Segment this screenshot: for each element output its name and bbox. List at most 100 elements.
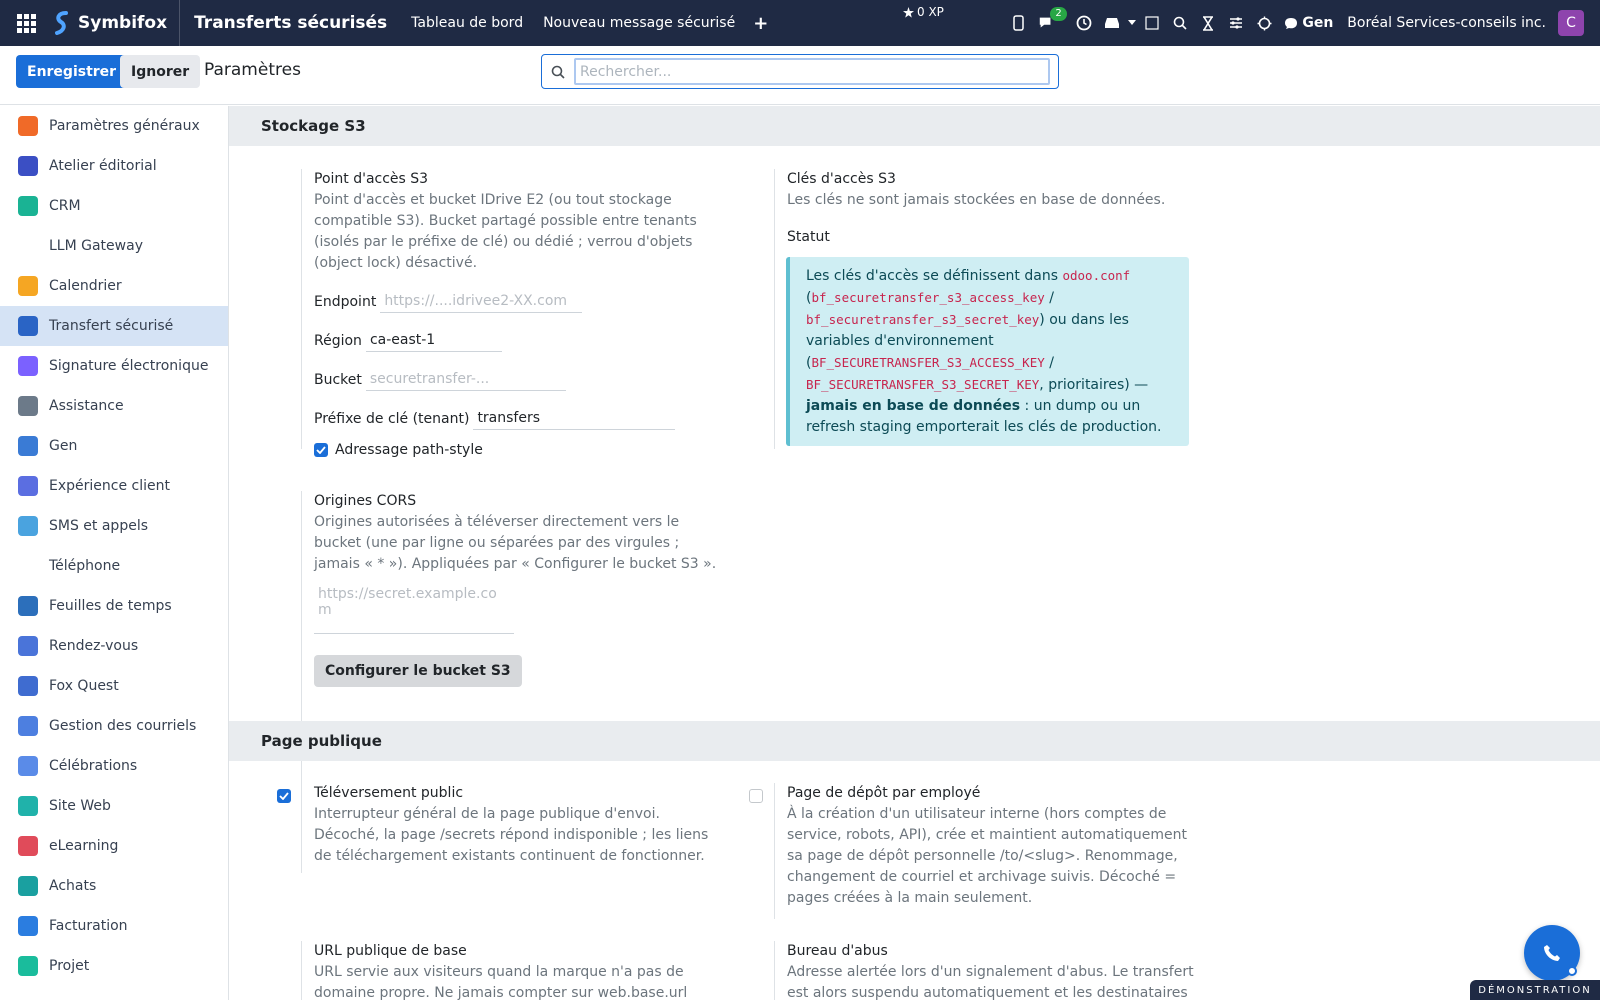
app-title[interactable]: Transferts sécurisés bbox=[180, 13, 401, 33]
pathstyle-checkbox[interactable] bbox=[314, 443, 328, 457]
region-input[interactable] bbox=[365, 329, 502, 352]
alert-code: bf_securetransfer_s3_access_key bbox=[811, 290, 1045, 305]
status-label: Statut bbox=[787, 229, 830, 245]
brand[interactable]: Symbifox bbox=[52, 0, 181, 46]
sidebar-item[interactable]: Site Web bbox=[0, 786, 228, 826]
app-icon bbox=[18, 156, 38, 176]
sidebar-item[interactable]: Signature électronique bbox=[0, 346, 228, 386]
endpoint-label: Endpoint bbox=[314, 294, 377, 310]
phone-icon bbox=[1544, 945, 1560, 961]
sidebar-item-label: Téléphone bbox=[49, 558, 121, 574]
setting-description: Point d'accès et bucket IDrive E2 (ou to… bbox=[314, 192, 697, 271]
sidebar-item[interactable]: Calendrier bbox=[0, 266, 228, 306]
app-icon bbox=[18, 196, 38, 216]
app-icon bbox=[18, 956, 38, 976]
sidebar-item-label: Achats bbox=[49, 878, 97, 894]
sliders-icon[interactable] bbox=[1228, 15, 1244, 31]
sidebar-item[interactable]: Projet bbox=[0, 946, 228, 986]
bug-icon[interactable] bbox=[1256, 15, 1272, 31]
search-bar bbox=[541, 54, 1059, 89]
region-label: Région bbox=[314, 333, 362, 349]
sidebar-item-label: Facturation bbox=[49, 918, 128, 934]
company-switcher[interactable]: Boréal Services-conseils inc. bbox=[1347, 15, 1546, 31]
sidebar-item-label: Gen bbox=[49, 438, 78, 454]
setting-base-url: URL publique de base URL servie aux visi… bbox=[301, 941, 721, 1000]
keys-info-alert: Les clés d'accès se définissent dans odo… bbox=[786, 257, 1189, 446]
gen-button[interactable]: Gen bbox=[1284, 15, 1333, 31]
mobile-icon[interactable] bbox=[1010, 15, 1026, 31]
bucket-row: Bucket bbox=[314, 368, 721, 391]
endpoint-input[interactable] bbox=[380, 290, 583, 313]
sidebar-item-label: Transfert sécurisé bbox=[49, 318, 174, 334]
sidebar-item-label: Projet bbox=[49, 958, 90, 974]
inbox-icon[interactable] bbox=[1104, 15, 1120, 31]
public-upload-checkbox[interactable] bbox=[277, 789, 291, 803]
speech-icon bbox=[1285, 17, 1298, 29]
search-icon[interactable] bbox=[1172, 15, 1188, 31]
app-icon bbox=[18, 396, 38, 416]
caret-down-icon[interactable] bbox=[1128, 15, 1137, 31]
app-icon bbox=[18, 916, 38, 936]
app-icon bbox=[18, 676, 38, 696]
hourglass-icon[interactable] bbox=[1200, 15, 1216, 31]
nav-link-new-message[interactable]: Nouveau message sécurisé bbox=[533, 15, 745, 31]
sidebar-item[interactable]: eLearning bbox=[0, 826, 228, 866]
sidebar-item-label: eLearning bbox=[49, 838, 119, 854]
alert-text: , prioritaires) — bbox=[1039, 377, 1149, 393]
sidebar-item[interactable]: Gestion des courriels bbox=[0, 706, 228, 746]
ignore-button[interactable]: Ignorer bbox=[120, 55, 201, 88]
prefix-input[interactable] bbox=[473, 407, 676, 430]
save-button[interactable]: Enregistrer bbox=[16, 55, 128, 88]
avatar[interactable]: C bbox=[1558, 10, 1584, 36]
app-icon bbox=[18, 436, 38, 456]
sidebar-item[interactable]: CRM bbox=[0, 186, 228, 226]
note-icon[interactable] bbox=[1144, 15, 1160, 31]
app-icon bbox=[18, 836, 38, 856]
setting-title: URL publique de base bbox=[314, 943, 467, 959]
section-header-s3: Stockage S3 bbox=[229, 106, 1600, 146]
chat-icon[interactable]: 2 bbox=[1038, 7, 1067, 31]
sidebar-item[interactable]: LLM Gateway bbox=[0, 226, 228, 266]
setting-title: Téléversement public bbox=[314, 785, 464, 801]
plus-icon[interactable]: + bbox=[745, 13, 776, 34]
demo-ribbon: DÉMONSTRATION bbox=[1470, 980, 1600, 1000]
sidebar-item[interactable]: Célébrations bbox=[0, 746, 228, 786]
settings-sidebar: Paramètres généraux Atelier éditorial CRM L… bbox=[0, 106, 229, 1000]
sidebar-item[interactable]: Assistance bbox=[0, 386, 228, 426]
xp-value: 0 XP bbox=[917, 5, 944, 19]
sidebar-item[interactable]: Feuilles de temps bbox=[0, 586, 228, 626]
nav-link-dashboard[interactable]: Tableau de bord bbox=[401, 15, 533, 31]
setting-description: À la création d'un utilisateur interne (… bbox=[787, 806, 1187, 906]
sidebar-item[interactable]: Atelier éditorial bbox=[0, 146, 228, 186]
app-icon bbox=[18, 316, 38, 336]
app-icon bbox=[18, 556, 38, 576]
alert-text: Les clés d'accès se définissent dans bbox=[806, 268, 1063, 284]
bucket-input[interactable] bbox=[365, 368, 566, 391]
configure-bucket-button[interactable]: Configurer le bucket S3 bbox=[314, 655, 522, 687]
app-icon bbox=[18, 596, 38, 616]
xp-counter[interactable]: 0 XP bbox=[903, 5, 944, 19]
sidebar-item[interactable]: SMS et appels bbox=[0, 506, 228, 546]
sidebar-item-label: Assistance bbox=[49, 398, 124, 414]
sidebar-item[interactable]: Achats bbox=[0, 866, 228, 906]
sidebar-item[interactable]: Facturation bbox=[0, 906, 228, 946]
sidebar-item[interactable]: Transfert sécurisé bbox=[0, 306, 228, 346]
sidebar-item[interactable]: Rendez-vous bbox=[0, 626, 228, 666]
alert-text: / bbox=[1044, 355, 1054, 371]
alert-code: BF_SECURETRANSFER_S3_SECRET_KEY bbox=[806, 377, 1040, 392]
sidebar-item[interactable]: Téléphone bbox=[0, 546, 228, 586]
setting-description: Origines autorisées à téléverser directe… bbox=[314, 514, 717, 572]
apps-menu-icon[interactable] bbox=[0, 0, 52, 46]
dropbox-checkbox[interactable] bbox=[749, 789, 763, 803]
sidebar-item[interactable]: Fox Quest bbox=[0, 666, 228, 706]
sidebar-item[interactable]: Gen bbox=[0, 426, 228, 466]
top-navbar: Symbifox Transferts sécurisés Tableau de… bbox=[0, 0, 1600, 46]
search-input[interactable] bbox=[574, 58, 1050, 85]
setting-title: Page de dépôt par employé bbox=[787, 785, 981, 801]
sidebar-item[interactable]: Expérience client bbox=[0, 466, 228, 506]
sidebar-item-label: Fox Quest bbox=[49, 678, 119, 694]
clock-icon[interactable] bbox=[1076, 15, 1092, 31]
sidebar-item-label: Rendez-vous bbox=[49, 638, 139, 654]
cors-origins-input[interactable] bbox=[314, 586, 514, 634]
sidebar-item[interactable]: Paramètres généraux bbox=[0, 106, 228, 146]
